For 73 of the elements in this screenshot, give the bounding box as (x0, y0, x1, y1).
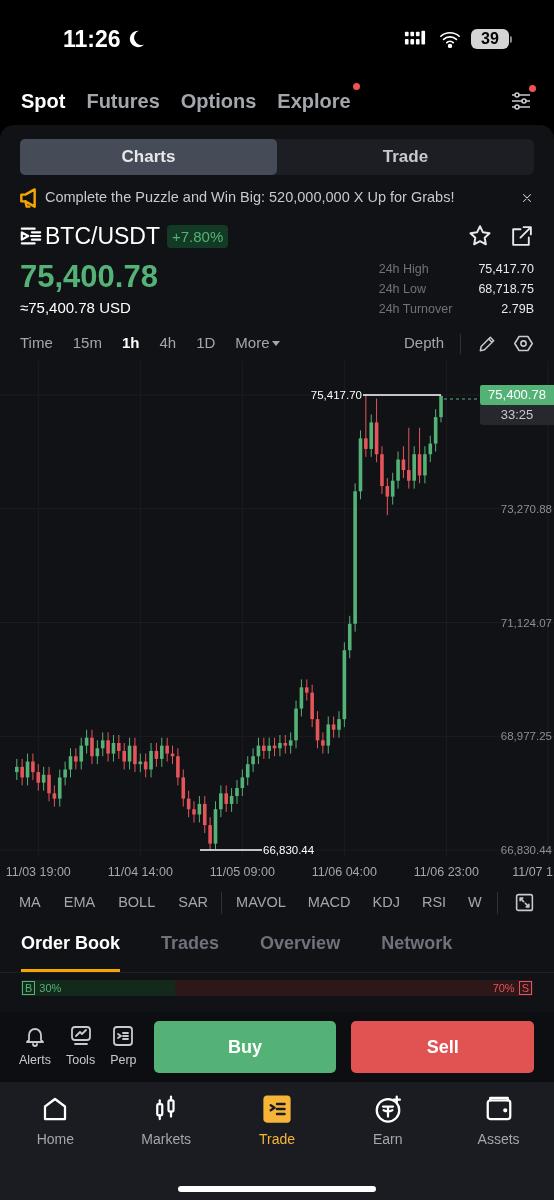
quick-action-button[interactable]: Perp (110, 1024, 137, 1070)
fiat-price: ≈75,400.78 USD (20, 298, 132, 318)
stat-value: 2.79B (500, 300, 534, 318)
interval-tab[interactable]: 1D (196, 332, 216, 355)
indicator-tab[interactable]: MACD (307, 891, 351, 914)
view-tab[interactable]: Charts (20, 139, 277, 175)
indicator-tab[interactable]: BOLL (118, 891, 156, 914)
time-axis-label: 11/05 09:00 (209, 864, 275, 879)
market-tab[interactable]: Futures (86, 86, 160, 116)
pair-symbol[interactable]: BTC/USDT (45, 218, 160, 254)
time-axis-label: 11/03 19:00 (5, 864, 71, 879)
stat-label: 24h Low (378, 280, 427, 298)
view-tab[interactable]: Trade (277, 139, 534, 175)
market-tab[interactable]: Explore (277, 86, 351, 116)
clock-time: 11:26 (63, 24, 121, 54)
settings-icon[interactable] (513, 333, 534, 354)
interval-tab[interactable]: More (235, 332, 280, 355)
last-price-line (443, 398, 479, 399)
indicator-tab[interactable]: KDJ (372, 891, 400, 914)
price-axis-label: 73,270.88 (500, 502, 552, 515)
time-axis-label: 11/06 23:00 (413, 864, 479, 879)
nav-item[interactable]: Earn (332, 1094, 444, 1150)
indicator-tab[interactable]: RSI (421, 891, 447, 914)
price-axis-label: 66,830.44 (500, 843, 552, 856)
indicator-tab[interactable]: SAR (178, 891, 209, 914)
interval-tab[interactable]: 4h (159, 332, 177, 355)
price-axis-label: 68,977.25 (500, 729, 552, 742)
buy-ratio-text: 30% (39, 980, 62, 996)
stat-label: 24h Turnover (378, 300, 453, 318)
share-icon[interactable] (509, 223, 534, 249)
section-tab[interactable]: Order Book (21, 929, 121, 972)
quick-action-button[interactable]: Alerts (19, 1024, 51, 1070)
indicator-tab[interactable]: W (468, 891, 482, 914)
close-icon[interactable] (520, 191, 534, 205)
trade-icon (262, 1094, 292, 1124)
section-tab[interactable]: Trades (161, 929, 220, 972)
battery-icon: 39 (471, 29, 512, 49)
sell-button[interactable]: Sell (351, 1021, 534, 1073)
indicator-tab[interactable]: MAVOL (236, 891, 286, 914)
countdown-tag: 33:25 (480, 404, 554, 425)
section-tab[interactable]: Overview (260, 929, 341, 972)
pair-menu-icon[interactable] (20, 225, 42, 247)
indicator-tab[interactable]: MA (19, 891, 41, 914)
last-price: 75,400.78 (20, 258, 159, 296)
banner-text[interactable]: Complete the Puzzle and Win Big: 520,000,000 X Up for Grabs! (45, 187, 511, 209)
section-tab[interactable]: Network (381, 929, 453, 972)
fullscreen-icon[interactable] (514, 892, 535, 913)
megaphone-icon (20, 188, 36, 208)
market-tab[interactable]: Spot (21, 86, 66, 116)
stat-value: 75,417.70 (478, 261, 534, 278)
stat-label: 24h High (378, 261, 430, 278)
change-badge: +7.80% (167, 224, 229, 248)
interval-tab[interactable]: Time (20, 332, 53, 355)
nav-item[interactable]: Markets (110, 1094, 222, 1150)
time-axis-label: 11/04 14:00 (107, 864, 173, 879)
interval-tab[interactable]: 1h (121, 332, 140, 355)
indicator-tab[interactable]: EMA (63, 891, 96, 914)
depth-tab[interactable]: Depth (403, 332, 444, 355)
quick-action-button[interactable]: Tools (65, 1024, 96, 1070)
nav-item[interactable]: Trade (221, 1094, 333, 1150)
time-axis-label: 11/07 1 (512, 864, 553, 879)
market-tab[interactable]: Options (180, 86, 257, 116)
nav-item[interactable]: Assets (443, 1094, 554, 1150)
price-axis-label: 71,124.07 (500, 616, 552, 628)
sell-ratio-text: 70% (492, 980, 515, 996)
time-axis-label: 11/06 04:00 (311, 864, 377, 879)
stat-value: 68,718.75 (478, 280, 534, 298)
interval-tab[interactable]: 15m (72, 332, 102, 355)
buy-ratio-label: B (22, 980, 36, 995)
last-price-tag: 75,400.78 (480, 384, 554, 405)
sell-ratio-label: S (518, 980, 532, 995)
terminal-icon (111, 1024, 136, 1049)
nav-item[interactable]: Home (0, 1094, 111, 1150)
